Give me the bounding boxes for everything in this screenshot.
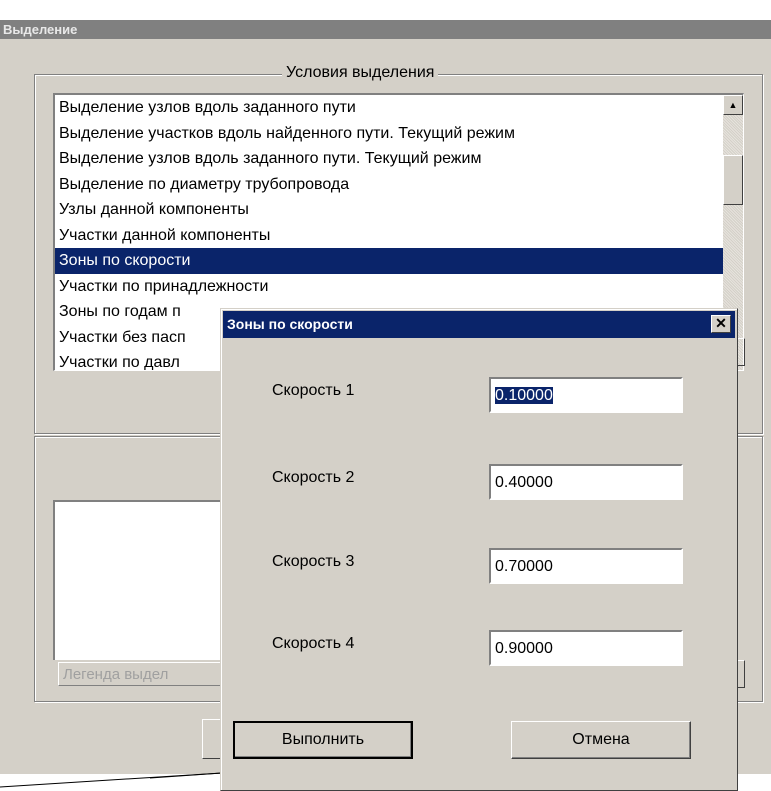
list-item[interactable]: Выделение узлов вдоль заданного пути. Те…	[55, 146, 743, 172]
speed-4-input[interactable]: 0.90000	[489, 630, 683, 666]
conditions-group-title: Условия выделения	[282, 64, 439, 82]
speed-zones-dialog: Зоны по скорости ✕ Скорость 1 0.10000 Ск…	[220, 308, 738, 791]
list-item[interactable]: Участки данной компоненты	[55, 223, 743, 249]
close-icon[interactable]: ✕	[711, 315, 731, 333]
dialog-title: Зоны по скорости ✕	[223, 311, 735, 338]
window-title: Выделение	[0, 20, 771, 39]
list-scrollbar-down-edge[interactable]	[737, 338, 745, 366]
speed-1-label: Скорость 1	[272, 382, 355, 399]
scroll-up-arrow-icon[interactable]: ▲	[723, 95, 743, 115]
desktop-strip	[0, 0, 771, 20]
speed-2-label: Скорость 2	[272, 469, 355, 486]
speed-3-value: 0.70000	[495, 558, 553, 575]
scroll-thumb[interactable]	[723, 155, 743, 205]
speed-4-label: Скорость 4	[272, 635, 355, 652]
list-item[interactable]: Выделение участков вдоль найденного пути…	[55, 121, 743, 147]
list-item[interactable]: Участки по принадлежности	[55, 274, 743, 300]
list-item[interactable]: Выделение по диаметру трубопровода	[55, 172, 743, 198]
legend-canvas	[53, 500, 233, 660]
speed-1-input[interactable]: 0.10000	[489, 377, 683, 413]
speed-1-value: 0.10000	[495, 387, 553, 404]
speed-2-value: 0.40000	[495, 474, 553, 491]
list-item[interactable]: Зоны по скорости	[55, 248, 743, 274]
legend-scroll-edge[interactable]	[737, 660, 745, 688]
desktop-line	[0, 772, 222, 788]
speed-4-value: 0.90000	[495, 640, 553, 657]
speed-3-label: Скорость 3	[272, 553, 355, 570]
speed-2-input[interactable]: 0.40000	[489, 464, 683, 500]
list-item[interactable]: Узлы данной компоненты	[55, 197, 743, 223]
execute-button[interactable]: Выполнить	[233, 721, 413, 759]
legend-label: Легенда выдел	[58, 662, 228, 686]
speed-3-input[interactable]: 0.70000	[489, 548, 683, 584]
hidden-window-button[interactable]	[202, 719, 222, 759]
list-item[interactable]: Выделение узлов вдоль заданного пути	[55, 95, 743, 121]
dialog-title-text: Зоны по скорости	[227, 316, 353, 332]
cancel-button[interactable]: Отмена	[511, 721, 691, 759]
